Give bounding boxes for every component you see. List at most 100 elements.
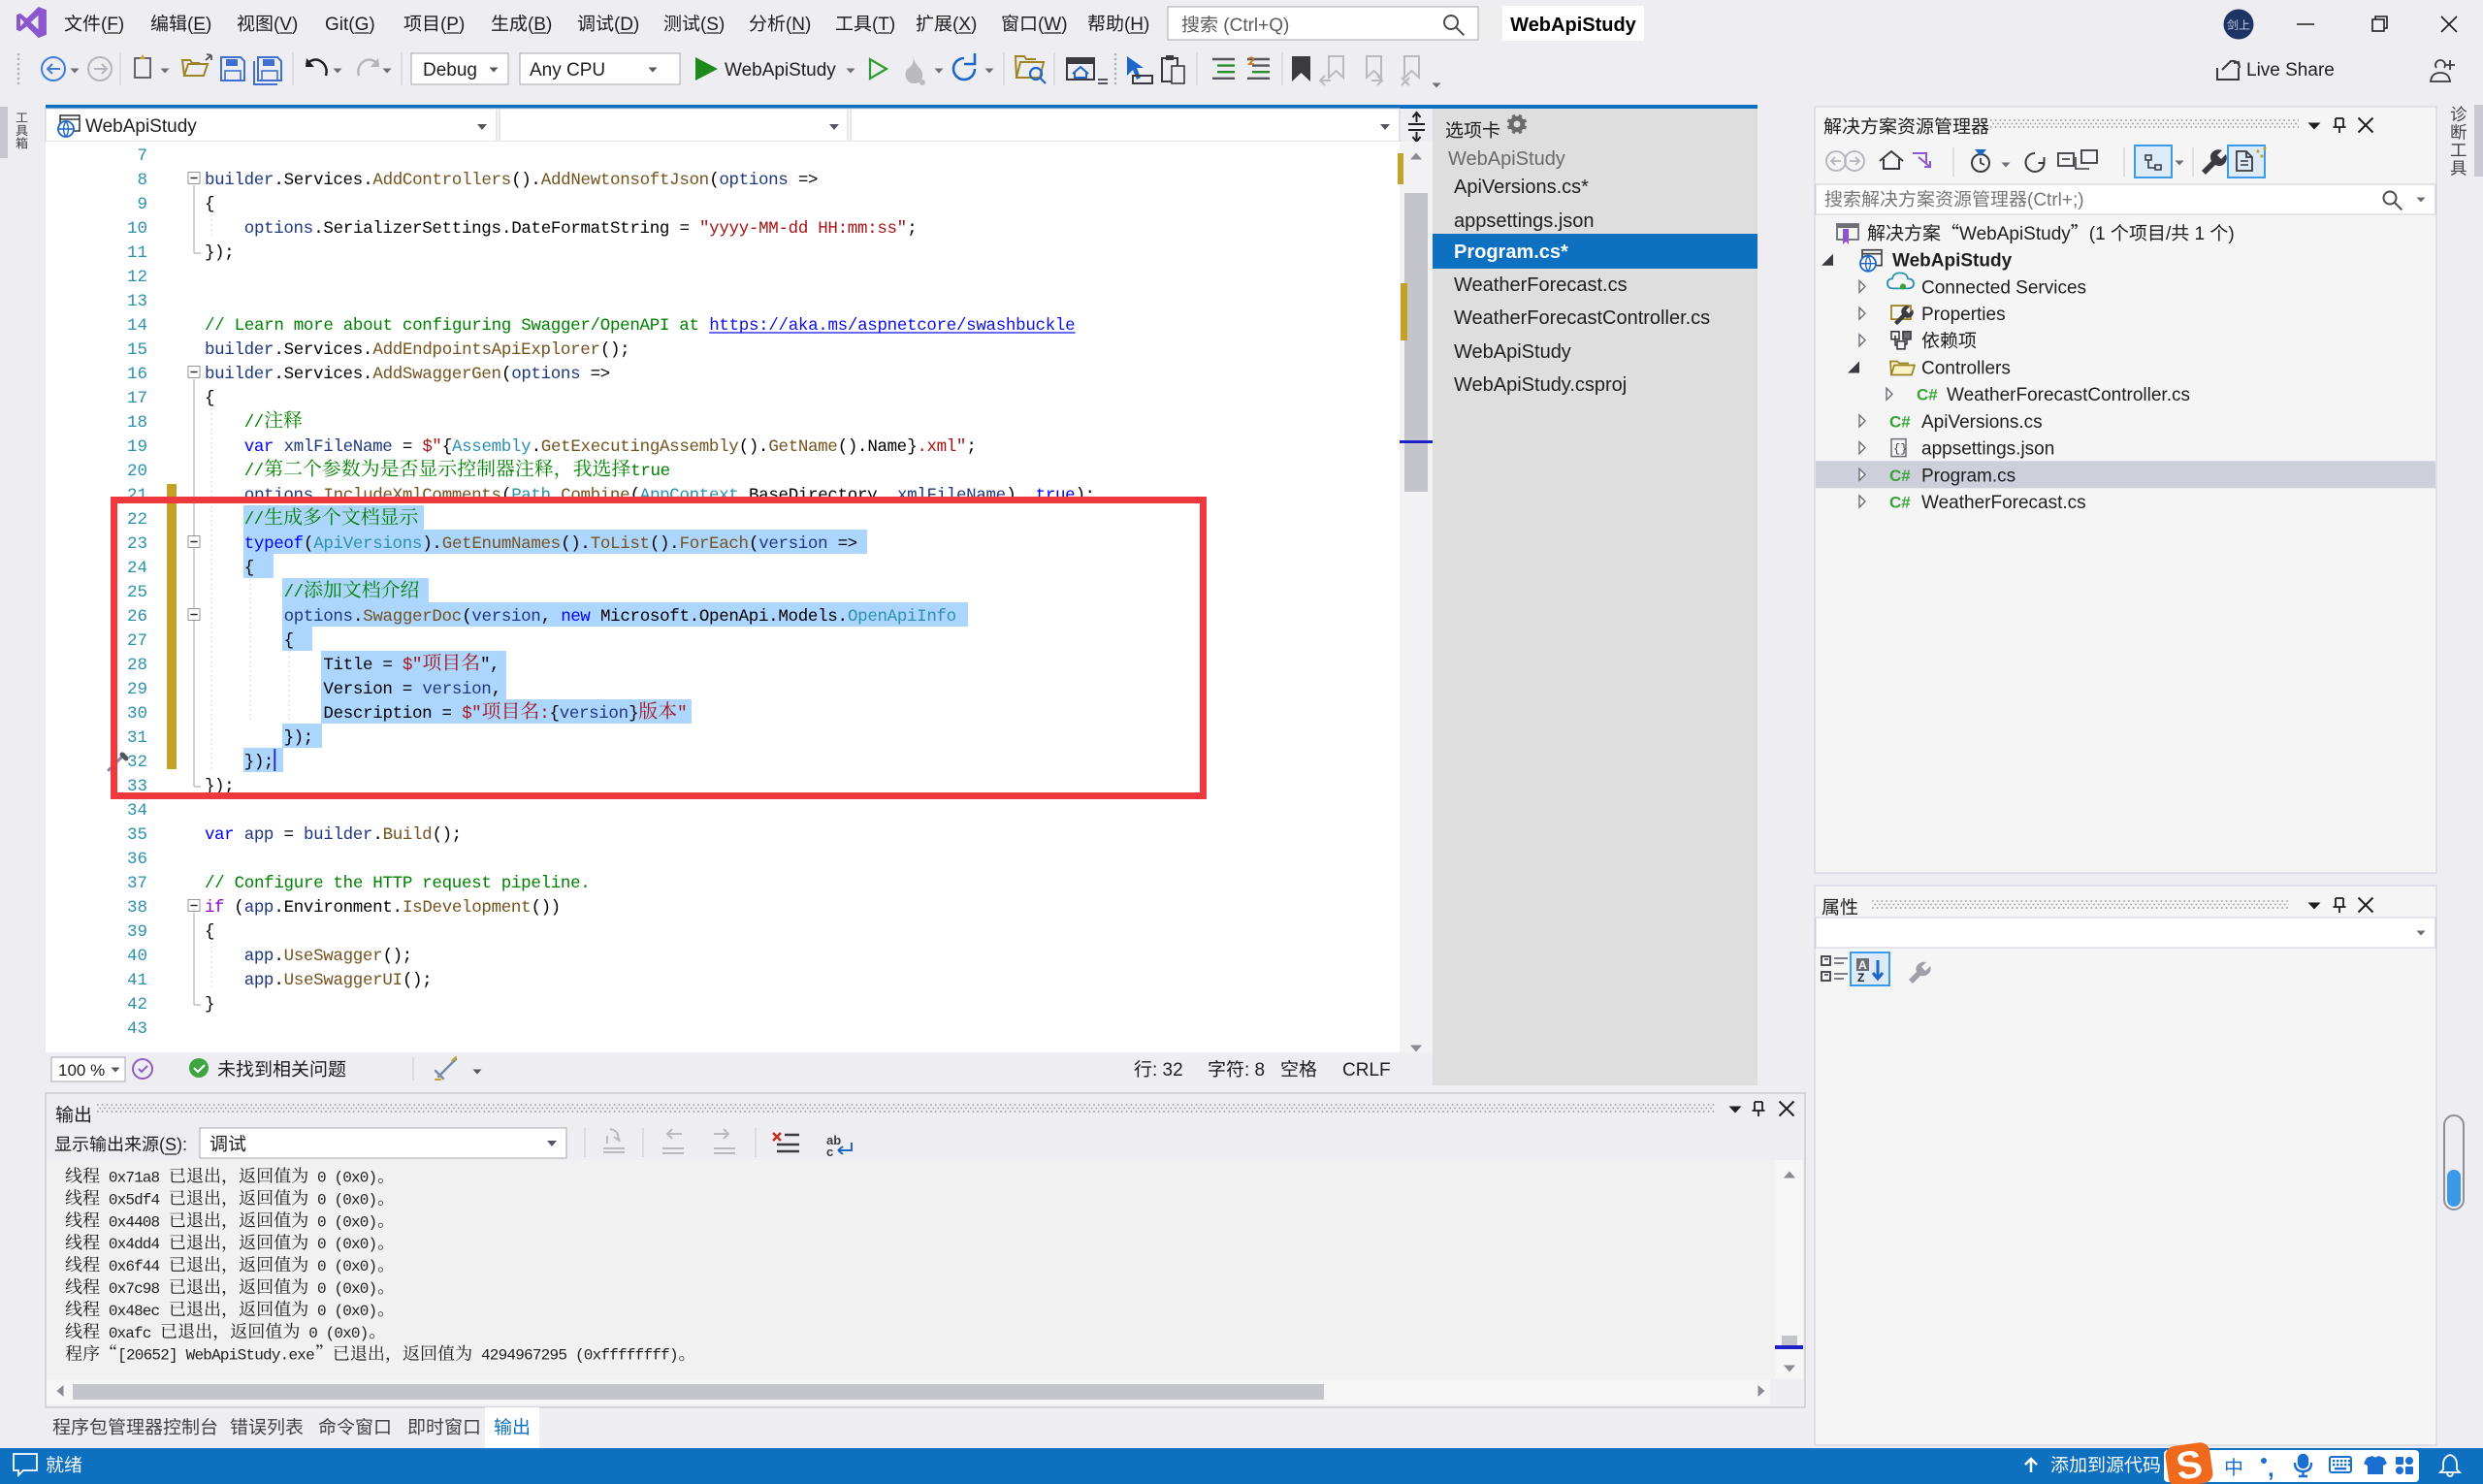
svg-text:Properties: Properties [1921, 305, 2006, 325]
svg-text:;: ; [966, 437, 977, 457]
svg-text:app: app [244, 971, 274, 990]
svg-text:();: (); [383, 947, 413, 966]
svg-text:0 (0x0): 0 (0x0) [308, 1280, 377, 1298]
svg-text:10: 10 [127, 219, 147, 239]
svg-text:): ) [719, 15, 725, 35]
svg-text:WebApiStudy: WebApiStudy [85, 116, 197, 137]
svg-text:ApiVersions.cs: ApiVersions.cs [1921, 412, 2043, 433]
svg-text:Any CPU: Any CPU [530, 60, 605, 81]
svg-text:AddEndpointsApiExplorer: AddEndpointsApiExplorer [372, 340, 600, 360]
svg-text:): ) [2228, 224, 2234, 244]
svg-text:builder: builder [205, 171, 274, 190]
svg-text:0x71a8: 0x71a8 [100, 1170, 169, 1187]
svg-text:builder: builder [304, 825, 372, 845]
svg-text:$": $" [462, 704, 481, 724]
svg-text:new: new [561, 607, 591, 627]
svg-text:C#: C# [1889, 467, 1911, 485]
svg-text:().: (). [739, 437, 769, 457]
svg-text:DateFormatString: DateFormatString [511, 219, 669, 239]
svg-text:23: 23 [127, 534, 147, 554]
svg-text:OpenApiInfo: OpenApiInfo [848, 607, 956, 627]
svg-text:();: (); [600, 340, 630, 360]
svg-text:): ) [1144, 15, 1149, 35]
svg-text:WeatherForecast.cs: WeatherForecast.cs [1454, 274, 1628, 296]
svg-text:}: } [629, 704, 639, 724]
svg-text:26: 26 [127, 607, 147, 627]
svg-text:WebApiStudy: WebApiStudy [725, 60, 836, 81]
svg-text:0x7c98: 0x7c98 [100, 1280, 169, 1298]
svg-text:0 (0x0): 0 (0x0) [308, 1303, 377, 1320]
svg-text:GetExecutingAssembly: GetExecutingAssembly [541, 437, 739, 457]
svg-text:31: 31 [127, 728, 147, 748]
svg-text:X: X [958, 15, 971, 35]
svg-text:Name: Name [867, 437, 907, 457]
svg-text:100 %: 100 % [58, 1061, 105, 1080]
svg-text:ForEach: ForEach [680, 534, 749, 554]
svg-text:=: = [393, 437, 423, 457]
svg-text:ApiVersions: ApiVersions [313, 534, 422, 554]
svg-text:(: ( [462, 607, 472, 627]
svg-text:(: ( [224, 898, 243, 918]
svg-text:.Environment.: .Environment. [274, 898, 403, 918]
svg-text:): ) [369, 15, 374, 35]
svg-text:true: true [630, 462, 670, 481]
svg-text:$": $" [403, 656, 422, 675]
svg-text:12: 12 [127, 268, 147, 287]
svg-text:,: , [2268, 1456, 2274, 1482]
svg-text:1: 1 [2189, 224, 2209, 244]
svg-text:Connected Services: Connected Services [1921, 277, 2086, 298]
svg-text:24: 24 [127, 559, 147, 578]
svg-text:): ) [118, 15, 124, 35]
svg-text:S: S [706, 15, 719, 35]
svg-text:.: . [501, 219, 512, 239]
svg-text:): ) [633, 15, 639, 35]
svg-text:30: 30 [127, 704, 147, 724]
svg-text:37: 37 [127, 874, 147, 893]
svg-text:AddSwaggerGen: AddSwaggerGen [372, 365, 501, 384]
svg-text:C#: C# [1889, 412, 1911, 431]
svg-text:Version =: Version = [323, 680, 422, 699]
svg-text:.: . [372, 825, 383, 845]
svg-text:Title =: Title = [323, 656, 403, 675]
svg-text:P: P [446, 15, 459, 35]
svg-text:.: . [274, 971, 284, 990]
svg-text:AddNewtonsoftJson: AddNewtonsoftJson [541, 171, 709, 190]
svg-text:Controllers: Controllers [1921, 359, 2011, 379]
svg-text:IsDevelopment: IsDevelopment [403, 898, 532, 918]
svg-text:0x5df4: 0x5df4 [100, 1191, 169, 1209]
svg-text:27: 27 [127, 631, 147, 651]
svg-text:UseSwaggerUI: UseSwaggerUI [284, 971, 403, 990]
svg-text:43: 43 [127, 1019, 147, 1039]
svg-text:();: (); [403, 971, 433, 990]
svg-text:builder: builder [205, 340, 274, 360]
svg-text:WebApiStudy: WebApiStudy [1959, 224, 2071, 244]
svg-text:42: 42 [127, 995, 147, 1015]
svg-text:GetEnumNames: GetEnumNames [442, 534, 561, 554]
svg-text:=: = [669, 219, 699, 239]
svg-text://: // [244, 462, 264, 481]
svg-text:SerializerSettings: SerializerSettings [323, 219, 501, 239]
svg-text:}: } [907, 437, 918, 457]
svg-text:(Ctrl+Q): (Ctrl+Q) [1218, 16, 1289, 36]
svg-text:// Learn more about configurin: // Learn more about configuring Swagger/… [205, 316, 709, 336]
svg-text:0x6f44: 0x6f44 [100, 1258, 169, 1275]
svg-text:(S):: (S): [159, 1135, 187, 1154]
svg-text:0xafc: 0xafc [100, 1325, 160, 1342]
svg-text:W: W [1044, 15, 1061, 35]
svg-text:(Ctrl+;): (Ctrl+;) [2027, 190, 2084, 210]
svg-text:40: 40 [127, 947, 147, 966]
svg-text:(: ( [709, 171, 720, 190]
svg-text:/: / [2166, 224, 2172, 244]
svg-text:F: F [107, 15, 118, 35]
svg-text:): ) [805, 15, 811, 35]
svg-text:Assembly: Assembly [452, 437, 532, 457]
svg-text:C#: C# [1917, 386, 1938, 404]
svg-text:22: 22 [127, 510, 147, 530]
svg-text:): ) [292, 15, 298, 35]
svg-text:;: ; [907, 219, 918, 239]
svg-text:Git: Git [325, 15, 349, 35]
svg-text:): ) [206, 15, 211, 35]
svg-text:version: version [758, 534, 827, 554]
svg-text:): ) [546, 15, 552, 35]
svg-text:B: B [533, 15, 546, 35]
